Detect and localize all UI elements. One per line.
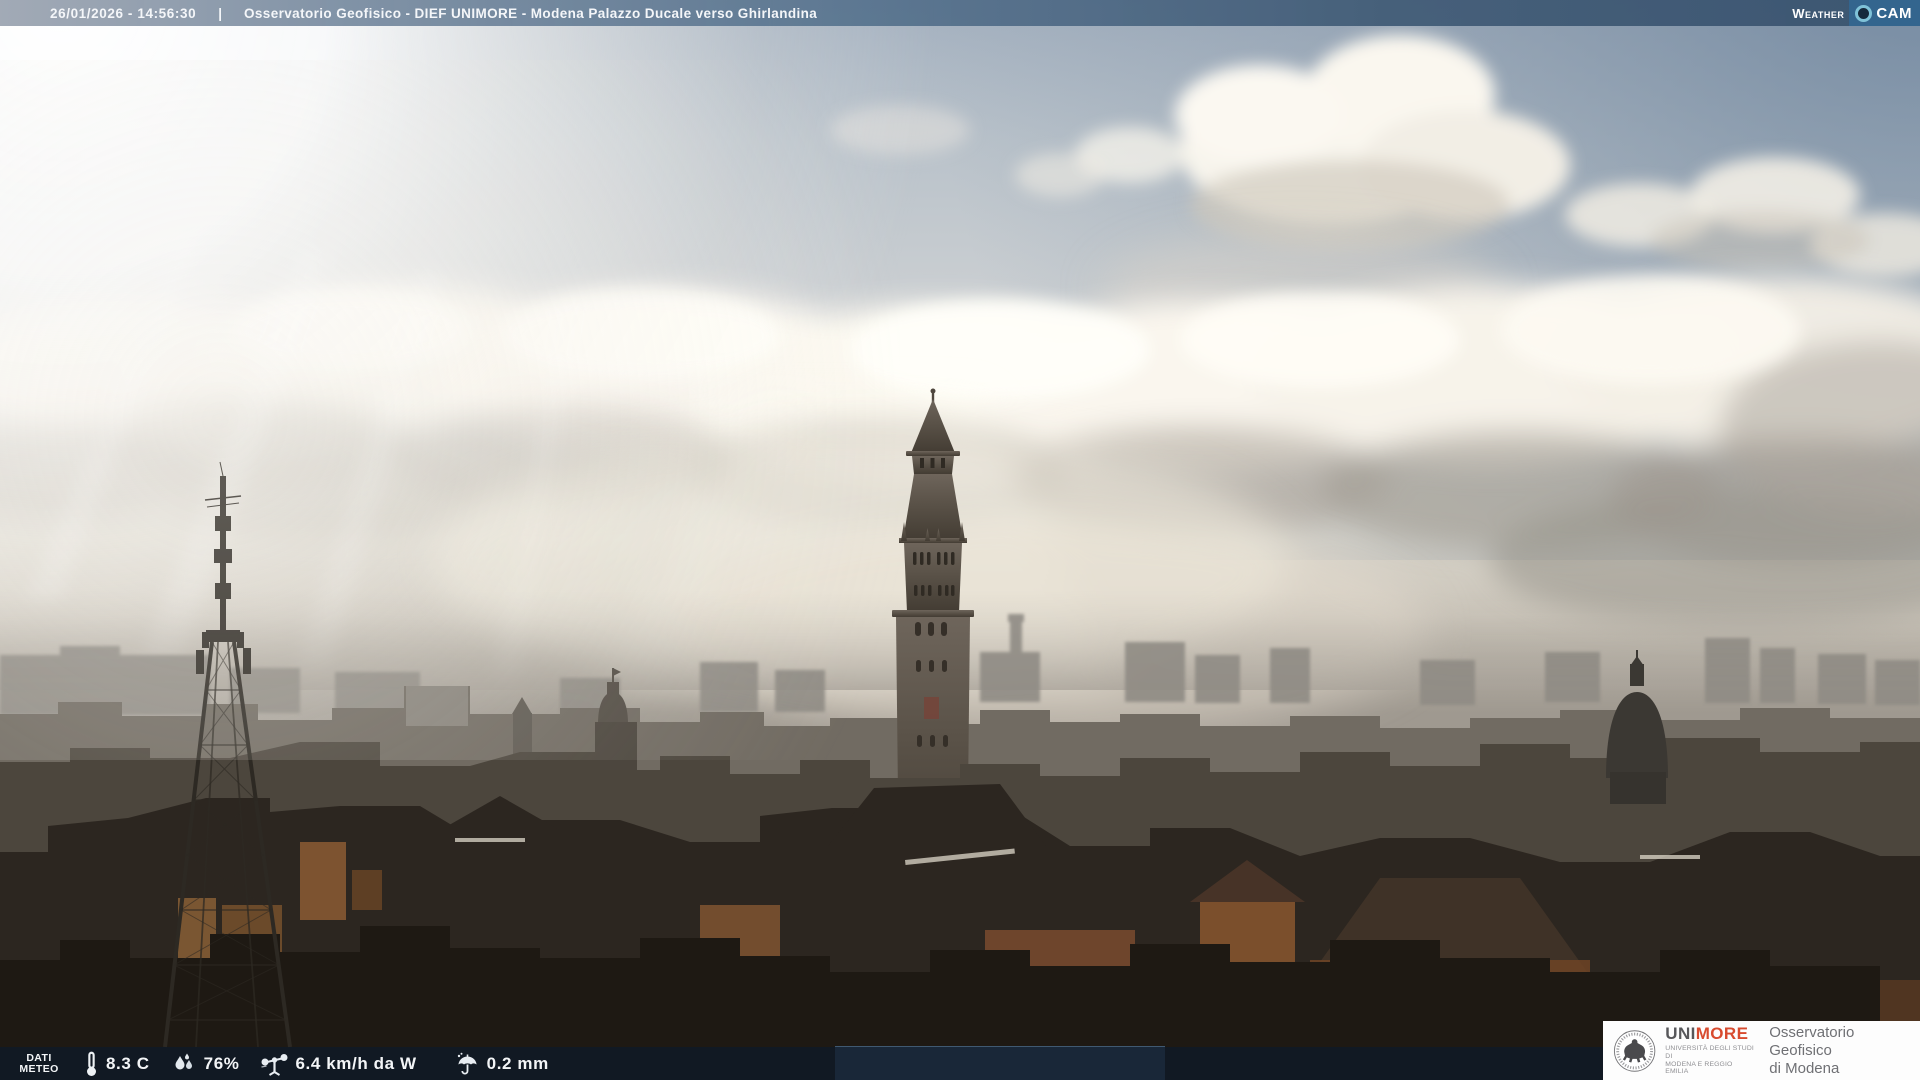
thermometer-icon [87, 1051, 96, 1076]
separator: | [218, 5, 222, 21]
unimore-seal-icon [1613, 1029, 1656, 1072]
osd-top-bar: 26/01/2026 - 14:56:30 | Osservatorio Geo… [0, 0, 1920, 26]
observatory-name-line2: di Modena [1769, 1059, 1840, 1077]
camera-lens-icon [1855, 4, 1873, 22]
wordmark-more: MORE [1695, 1024, 1749, 1044]
humidity-drops-icon [175, 1053, 192, 1069]
rain-value: 0.2 mm [486, 1053, 549, 1073]
unimore-wordmark: UNIMORE UNIVERSITÀ DEGLI STUDI DI MODENA… [1665, 1025, 1757, 1075]
meteo-label: DATI METEO [16, 1051, 62, 1075]
university-name-line1: UNIVERSITÀ DEGLI STUDI DI [1665, 1045, 1754, 1060]
weathercam-logo-panel: CAM [1849, 0, 1920, 26]
observatory-name-line1: Osservatorio Geofisico [1769, 1023, 1855, 1059]
humidity-value: 76% [203, 1053, 240, 1073]
umbrella-rain-icon [457, 1052, 477, 1074]
wind-value: 6.4 km/h da W [295, 1053, 417, 1073]
temperature-value: 8.3 C [106, 1053, 150, 1073]
rain-reading: 0.2 mm [455, 1052, 549, 1076]
meteo-label-line1: DATI [26, 1051, 52, 1064]
page-title: Osservatorio Geofisico - DIEF UNIMORE - … [243, 5, 818, 21]
weathercam-logo-weather: Weather [1792, 5, 1845, 21]
university-name-line2: MODENA E REGGIO EMILIA [1665, 1060, 1733, 1076]
anemometer-icon [261, 1053, 288, 1076]
humidity-reading: 76% [171, 1052, 240, 1076]
datetime-text: 26/01/2026 - 14:56:30 [50, 5, 197, 21]
meteo-label-line2: METEO [19, 1062, 59, 1075]
wind-reading: 6.4 km/h da W [261, 1052, 416, 1076]
webcam-photo [0, 0, 1920, 1080]
unimore-branding-box[interactable]: UNIMORE UNIVERSITÀ DEGLI STUDI DI MODENA… [1603, 1021, 1920, 1080]
observatory-name: Osservatorio Geofisico di Modena [1769, 1024, 1912, 1078]
weathercam-logo[interactable]: Weather CAM [1792, 0, 1920, 26]
weathercam-logo-cam: CAM [1876, 4, 1912, 22]
webcam-page: 26/01/2026 - 14:56:30 | Osservatorio Geo… [0, 0, 1920, 1080]
wordmark-uni: UNI [1665, 1024, 1696, 1044]
temperature-reading: 8.3 C [84, 1051, 150, 1077]
